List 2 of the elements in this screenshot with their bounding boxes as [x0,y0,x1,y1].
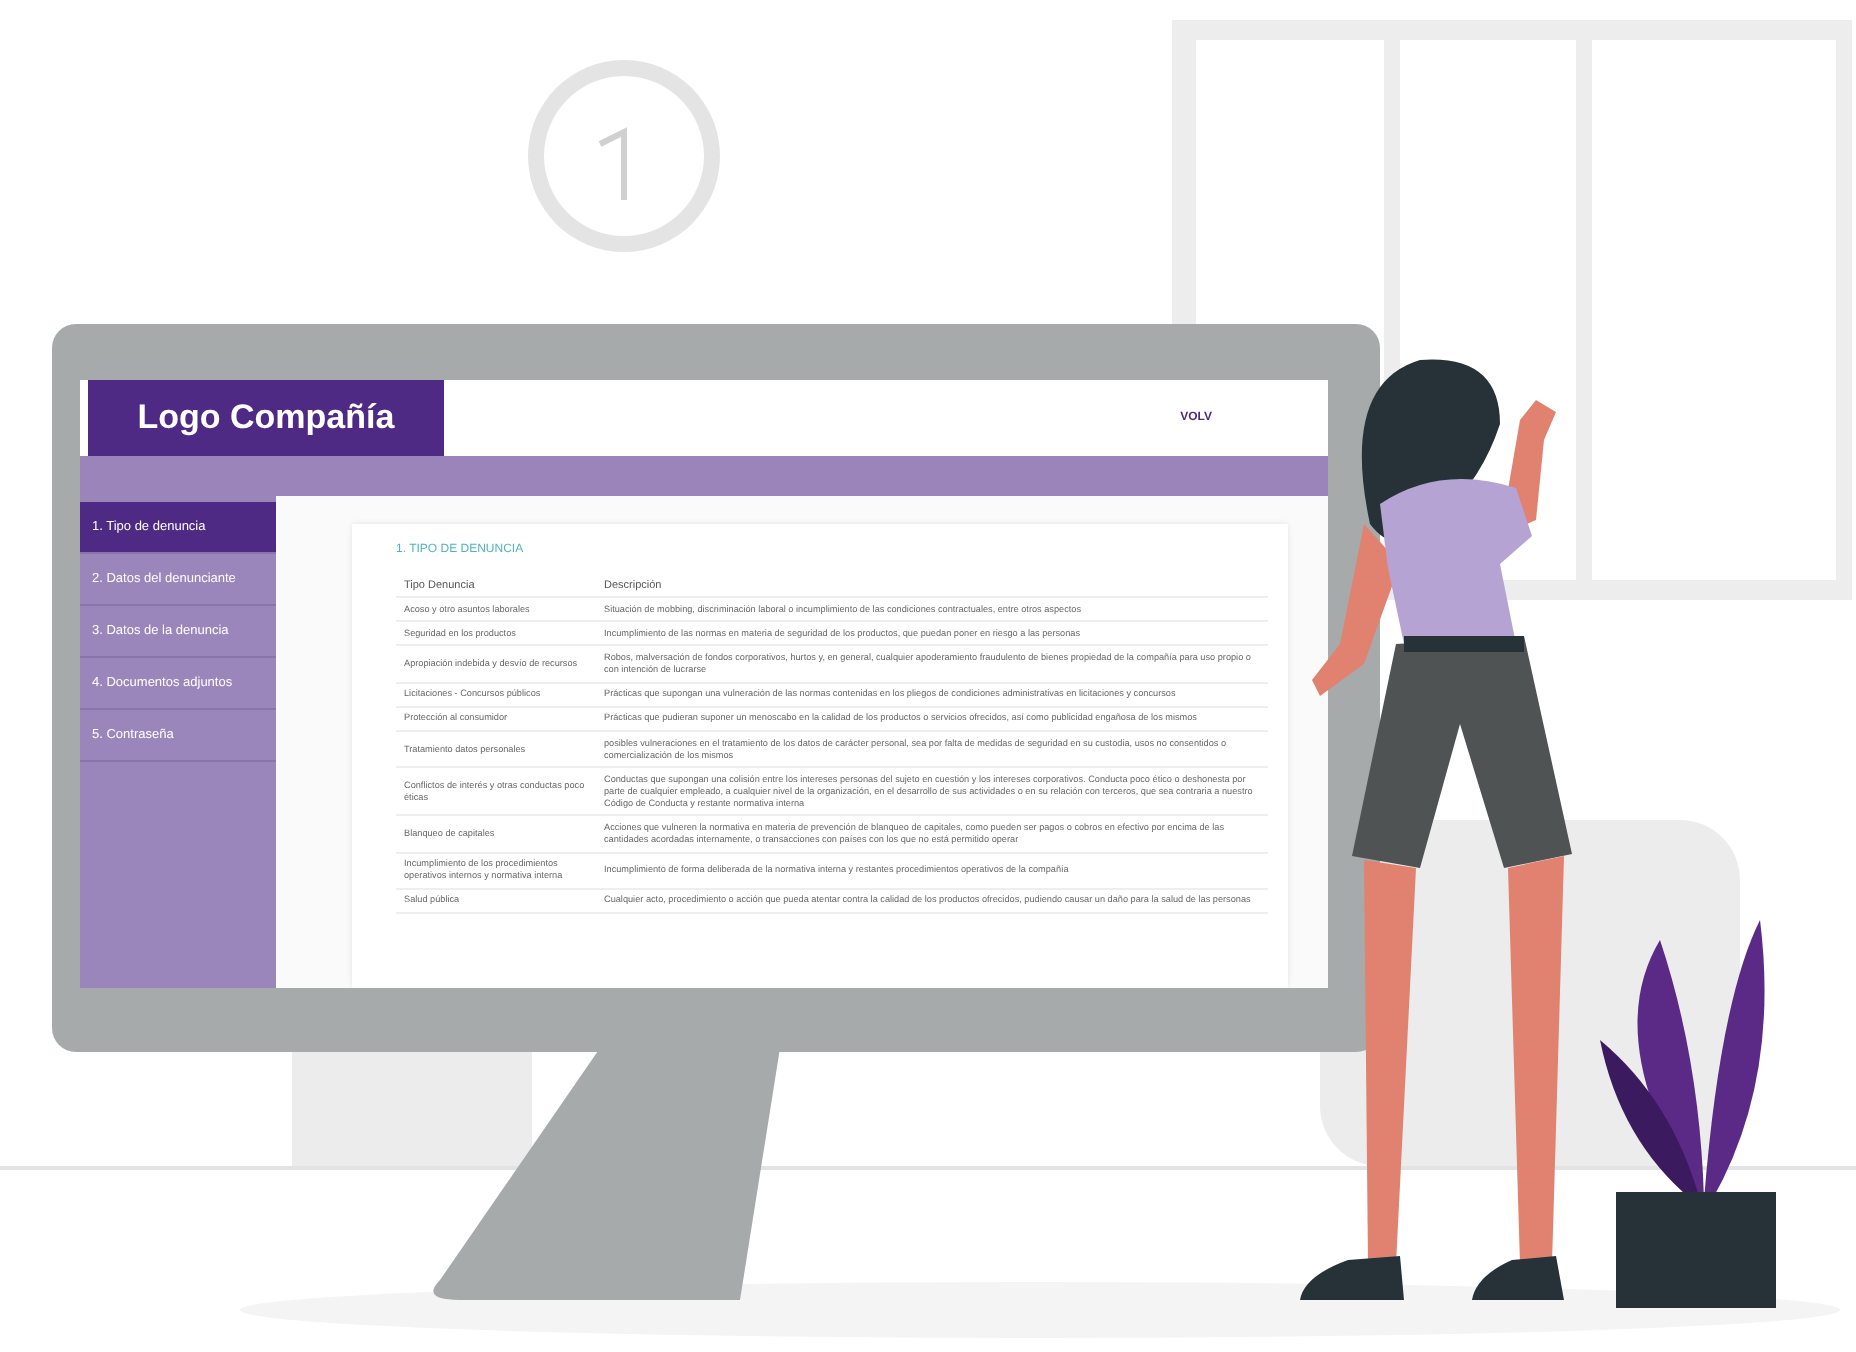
company-logo: Logo Compañía [88,380,444,456]
clock-icon [528,60,720,252]
